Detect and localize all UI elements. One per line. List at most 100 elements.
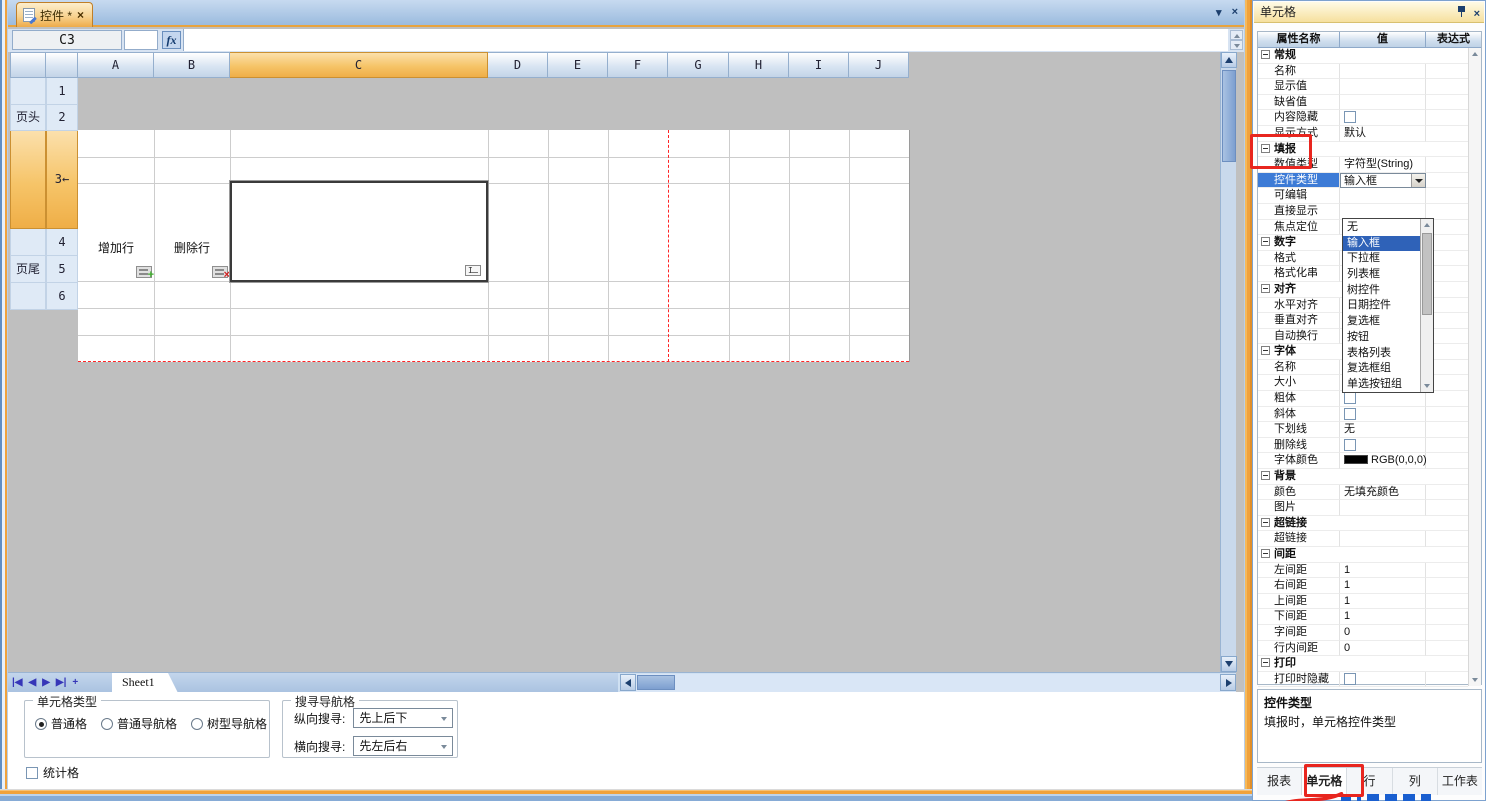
property-expression-cell[interactable] bbox=[1426, 531, 1468, 547]
column-header-E[interactable]: E bbox=[548, 52, 608, 78]
control-type-combo[interactable]: 输入框 bbox=[1340, 173, 1426, 189]
property-row[interactable]: 左间距 1 1 bbox=[1258, 563, 1468, 579]
dropdown-item[interactable]: 单选按钮组 bbox=[1343, 377, 1421, 393]
property-value-cell[interactable] bbox=[1340, 500, 1426, 516]
stat-cell-checkbox-row[interactable]: 统计格 bbox=[26, 764, 79, 781]
property-row[interactable]: 常规 bbox=[1258, 48, 1468, 64]
collapse-icon[interactable] bbox=[1261, 284, 1270, 293]
tab-control-report[interactable]: 控件 * × bbox=[16, 2, 93, 27]
property-name-cell[interactable]: 删除线 bbox=[1258, 438, 1340, 454]
property-name-cell[interactable]: 图片 bbox=[1258, 500, 1340, 516]
panel-tab[interactable]: 报表 bbox=[1257, 768, 1302, 795]
sheet-nav-button[interactable]: ▶ bbox=[42, 675, 50, 691]
property-value-cell[interactable]: 1 1 bbox=[1340, 578, 1426, 594]
scroll-right-button[interactable] bbox=[1220, 674, 1236, 691]
collapse-icon[interactable] bbox=[1261, 471, 1270, 480]
property-row[interactable]: 右间距 1 1 bbox=[1258, 578, 1468, 594]
property-name-cell[interactable]: 水平对齐 bbox=[1258, 298, 1340, 314]
property-name-cell[interactable]: 打印 bbox=[1258, 656, 1468, 672]
property-row[interactable]: 字体颜色 RGB(0,0,0) RGB(0,0,0) bbox=[1258, 453, 1468, 469]
property-name-cell[interactable]: 名称 bbox=[1258, 64, 1340, 80]
property-expression-cell[interactable] bbox=[1426, 407, 1468, 423]
property-name-cell[interactable]: 自动换行 bbox=[1258, 329, 1340, 345]
property-expression-cell[interactable] bbox=[1426, 110, 1468, 126]
row-header-5[interactable]: 5 bbox=[46, 256, 78, 283]
property-row[interactable]: 颜色 无填充颜色 无填充颜色 bbox=[1258, 485, 1468, 501]
property-row[interactable]: 打印 bbox=[1258, 656, 1468, 672]
property-expression-cell[interactable] bbox=[1426, 173, 1468, 189]
collapse-icon[interactable] bbox=[1261, 549, 1270, 558]
horizontal-search-select[interactable]: 先左后右 bbox=[353, 736, 453, 756]
collapse-icon[interactable] bbox=[1261, 237, 1270, 246]
fx-button[interactable]: fx bbox=[162, 31, 181, 49]
property-name-cell[interactable]: 上间距 bbox=[1258, 594, 1340, 610]
band-cell-row3[interactable] bbox=[10, 131, 46, 229]
property-row[interactable]: 下划线 无 无 bbox=[1258, 422, 1468, 438]
property-value-cell[interactable]: 字符型(String) 字符型(String) bbox=[1340, 157, 1426, 173]
sheet-nav-button[interactable]: ▶| bbox=[56, 675, 67, 691]
property-name-cell[interactable]: 超链接 bbox=[1258, 516, 1468, 532]
property-name-cell[interactable]: 字体颜色 bbox=[1258, 453, 1340, 469]
property-row[interactable]: 缺省值 bbox=[1258, 95, 1468, 111]
property-value-cell[interactable]: 1 1 bbox=[1340, 609, 1426, 625]
dropdown-item[interactable]: 输入框 bbox=[1343, 236, 1421, 252]
dropdown-item[interactable]: 日期控件 bbox=[1343, 298, 1421, 314]
property-value-cell[interactable]: 无填充颜色 无填充颜色 bbox=[1340, 485, 1426, 501]
property-expression-cell[interactable] bbox=[1426, 500, 1468, 516]
property-expression-cell[interactable] bbox=[1426, 641, 1468, 657]
property-expression-cell[interactable] bbox=[1426, 79, 1468, 95]
radio-icon[interactable] bbox=[101, 718, 113, 730]
property-name-cell[interactable]: 字间距 bbox=[1258, 625, 1340, 641]
collapse-icon[interactable] bbox=[1261, 144, 1270, 153]
dropdown-item[interactable]: 按钮 bbox=[1343, 330, 1421, 346]
property-value-cell[interactable] bbox=[1340, 95, 1426, 111]
checkbox-icon[interactable] bbox=[1344, 673, 1356, 685]
sheet-tab[interactable]: Sheet1 bbox=[112, 673, 178, 693]
property-row[interactable]: 内容隐藏 bbox=[1258, 110, 1468, 126]
property-value-cell[interactable]: 0 0 bbox=[1340, 625, 1426, 641]
property-name-cell[interactable]: 内容隐藏 bbox=[1258, 110, 1340, 126]
collapse-icon[interactable] bbox=[1261, 658, 1270, 667]
property-name-cell[interactable]: 可编辑 bbox=[1258, 188, 1340, 204]
dropdown-item[interactable]: 无 bbox=[1343, 220, 1421, 236]
spin-down-icon[interactable] bbox=[1230, 40, 1243, 50]
property-value-cell[interactable] bbox=[1340, 188, 1426, 204]
column-header-C[interactable]: C bbox=[230, 52, 488, 78]
dropdown-item[interactable]: 列表框 bbox=[1343, 267, 1421, 283]
property-expression-cell[interactable] bbox=[1426, 126, 1468, 142]
property-expression-cell[interactable] bbox=[1426, 609, 1468, 625]
header-value[interactable]: 值 bbox=[1340, 32, 1426, 48]
vertical-scroll-thumb[interactable] bbox=[1222, 70, 1236, 162]
column-header-J[interactable]: J bbox=[849, 52, 909, 78]
vertical-search-select[interactable]: 先上后下 bbox=[353, 708, 453, 728]
property-expression-cell[interactable] bbox=[1426, 188, 1468, 204]
property-name-cell[interactable]: 控件类型 bbox=[1258, 173, 1340, 189]
collapse-icon[interactable] bbox=[1261, 346, 1270, 355]
property-name-cell[interactable]: 间距 bbox=[1258, 547, 1468, 563]
formula-input[interactable] bbox=[183, 29, 1228, 51]
property-row[interactable]: 打印时隐藏 bbox=[1258, 672, 1468, 688]
property-name-cell[interactable]: 大小 bbox=[1258, 375, 1340, 391]
checkbox-icon[interactable] bbox=[1344, 408, 1356, 420]
property-expression-cell[interactable] bbox=[1426, 563, 1468, 579]
panel-tab[interactable]: 工作表 bbox=[1438, 768, 1482, 795]
chevron-down-icon[interactable] bbox=[1411, 174, 1425, 188]
dropdown-item[interactable]: 表格列表 bbox=[1343, 346, 1421, 362]
scroll-up-icon[interactable] bbox=[1472, 52, 1478, 56]
cell-A3[interactable]: 增加行 + bbox=[78, 183, 154, 281]
property-value-cell[interactable] bbox=[1340, 64, 1426, 80]
radio-icon[interactable] bbox=[35, 718, 47, 730]
selected-cell-C3[interactable]: I bbox=[230, 181, 488, 282]
property-name-cell[interactable]: 打印时隐藏 bbox=[1258, 672, 1340, 688]
dropdown-item[interactable]: 下拉框 bbox=[1343, 251, 1421, 267]
property-name-cell[interactable]: 直接显示 bbox=[1258, 204, 1340, 220]
band-cell-row1[interactable] bbox=[10, 78, 46, 105]
property-name-cell[interactable]: 缺省值 bbox=[1258, 95, 1340, 111]
property-value-cell[interactable]: 1 1 bbox=[1340, 594, 1426, 610]
property-expression-cell[interactable] bbox=[1426, 672, 1468, 688]
property-expression-cell[interactable] bbox=[1426, 625, 1468, 641]
property-value-cell[interactable] bbox=[1340, 391, 1426, 407]
property-expression-cell[interactable] bbox=[1426, 578, 1468, 594]
property-name-cell[interactable]: 垂直对齐 bbox=[1258, 313, 1340, 329]
property-value-cell[interactable]: 输入框 输入框 bbox=[1340, 173, 1426, 189]
